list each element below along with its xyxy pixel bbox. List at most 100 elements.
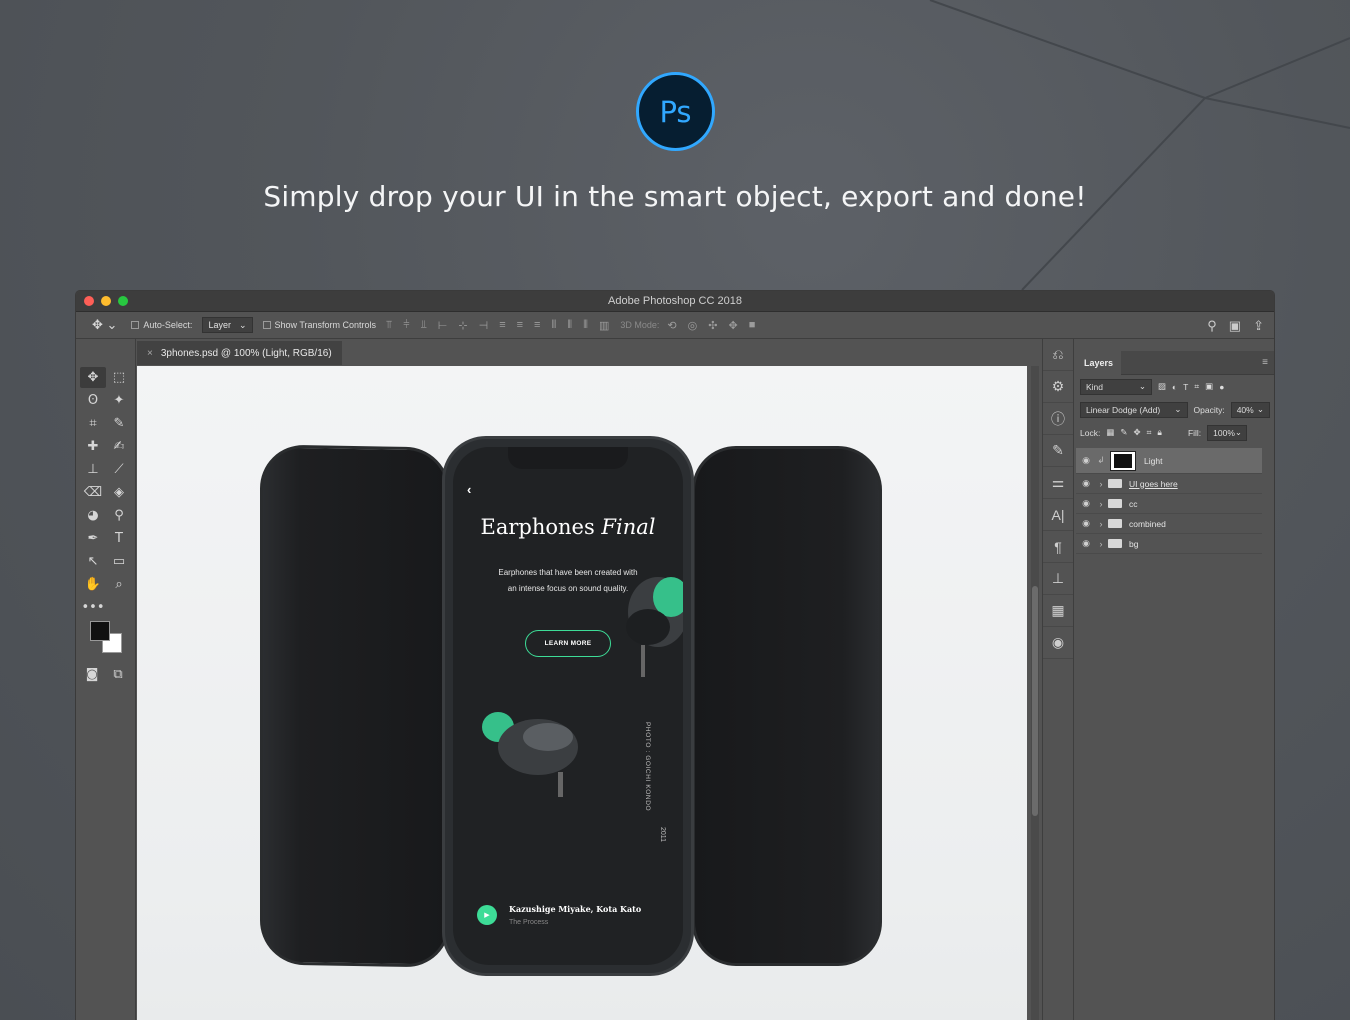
lock-all-icon[interactable]: 🔒︎ <box>1157 427 1162 438</box>
align-middle-icon[interactable]: ⫩ <box>403 319 409 332</box>
eye-icon[interactable]: ◉ <box>1076 455 1096 466</box>
chevron-right-icon[interactable]: › <box>1096 479 1106 489</box>
eye-icon[interactable]: ◉ <box>1076 478 1096 489</box>
distribute-bottom-icon[interactable]: ≡ <box>534 319 540 331</box>
layers-tab[interactable]: Layers <box>1076 351 1122 375</box>
auto-select-dropdown[interactable]: Layer ⌄ <box>202 317 253 333</box>
rectangle-tool-icon[interactable]: ▭ <box>106 551 132 572</box>
distribute-middle-icon[interactable]: ≡ <box>517 319 523 331</box>
align-center-icon[interactable]: ⊹ <box>458 319 467 332</box>
search-icon[interactable]: ⚲ <box>1207 318 1217 334</box>
pixel-filter-icon[interactable]: ▨ <box>1158 381 1166 392</box>
auto-align-icon[interactable]: ▥ <box>599 319 609 332</box>
eye-icon[interactable]: ◉ <box>1076 538 1096 549</box>
opacity-field[interactable]: 40% ⌄ <box>1230 401 1270 418</box>
photoshop-window: Adobe Photoshop CC 2018 ✥ ⌄ Auto-Select:… <box>75 290 1275 1020</box>
filter-toggle-icon[interactable]: ● <box>1219 382 1224 392</box>
pen-tool-icon[interactable]: ✒ <box>80 528 106 549</box>
quick-mask-icon[interactable]: ◙ <box>82 664 102 685</box>
layer-row-cc[interactable]: ◉ › cc <box>1076 494 1262 514</box>
workspace-icon[interactable]: ▣ <box>1229 318 1241 334</box>
align-bottom-icon[interactable]: ⫫ <box>421 319 427 332</box>
pan-3d-icon[interactable]: ✣ <box>708 319 717 332</box>
clone-source-icon[interactable]: ⊥ <box>1043 563 1073 595</box>
brush-tool-icon[interactable]: ✍ <box>106 436 132 457</box>
lasso-tool-icon[interactable]: ʘ <box>80 390 106 411</box>
orbit-3d-icon[interactable]: ⟲ <box>667 319 676 332</box>
type-filter-icon[interactable]: T <box>1183 382 1188 392</box>
screen-mode-icon[interactable]: ⧉ <box>108 664 128 685</box>
paragraph-icon[interactable]: ¶ <box>1043 531 1073 563</box>
libraries-icon[interactable]: ◉ <box>1043 627 1073 659</box>
blur-tool-icon[interactable]: ◕ <box>80 505 106 526</box>
align-left-icon[interactable]: ⊢ <box>438 319 448 332</box>
zoom-window-button[interactable] <box>118 296 128 306</box>
scale-3d-icon[interactable]: ■ <box>749 319 756 331</box>
zoom-tool-icon[interactable]: ⌕ <box>106 574 132 595</box>
kind-filter-dropdown[interactable]: Kind ⌄ <box>1080 378 1152 395</box>
brush-settings-icon[interactable]: ✎ <box>1043 435 1073 467</box>
hand-tool-icon[interactable]: ✋ <box>80 574 106 595</box>
layer-row-combined[interactable]: ◉ › combined <box>1076 514 1262 534</box>
roll-3d-icon[interactable]: ◎ <box>688 319 698 332</box>
distribute-top-icon[interactable]: ≡ <box>499 319 505 331</box>
healing-tool-icon[interactable]: ✚ <box>80 436 106 457</box>
close-window-button[interactable] <box>84 296 94 306</box>
lock-position-icon[interactable]: ✥ <box>1133 427 1140 438</box>
share-icon[interactable]: ⇪ <box>1253 318 1264 334</box>
more-tools-tool-icon[interactable]: ••• <box>80 597 106 618</box>
shape-filter-icon[interactable]: ⌗ <box>1194 381 1199 392</box>
properties-icon[interactable]: ⚙ <box>1043 371 1073 403</box>
eye-icon[interactable]: ◉ <box>1076 518 1096 529</box>
tables-icon[interactable]: ▦ <box>1043 595 1073 627</box>
canvas-scrollbar[interactable] <box>1031 366 1039 1020</box>
distribute-left-icon[interactable]: ⦀ <box>551 319 556 332</box>
chevron-right-icon[interactable]: › <box>1096 519 1106 529</box>
lock-artboard-icon[interactable]: ⌗ <box>1147 427 1152 438</box>
character-icon[interactable]: A| <box>1043 499 1073 531</box>
magic-wand-tool-icon[interactable]: ✦ <box>106 390 132 411</box>
lock-image-icon[interactable]: ✎ <box>1120 427 1127 438</box>
document-tab[interactable]: × 3phones.psd @ 100% (Light, RGB/16) <box>137 341 342 365</box>
document-canvas[interactable]: ‹ Earphones Final Earphones that have be… <box>137 366 1027 1020</box>
layer-row-ui-goes-here[interactable]: ◉ › UI goes here <box>1076 474 1262 494</box>
blend-mode-dropdown[interactable]: Linear Dodge (Add) ⌄ <box>1080 401 1188 418</box>
info-icon[interactable]: ⓘ <box>1043 403 1073 435</box>
slide-3d-icon[interactable]: ✥ <box>728 319 737 332</box>
chevron-right-icon[interactable]: › <box>1096 539 1106 549</box>
foreground-color-swatch[interactable] <box>90 621 110 641</box>
history-brush-tool-icon[interactable]: ⟋ <box>106 459 132 480</box>
lock-transparent-icon[interactable]: ▦ <box>1106 427 1114 438</box>
chevron-right-icon[interactable]: › <box>1096 499 1106 509</box>
move-tool-preset-icon[interactable]: ✥ ⌄ <box>92 317 117 333</box>
history-icon[interactable]: ⎌ <box>1043 339 1073 371</box>
marquee-tool-icon[interactable]: ⬚ <box>106 367 132 388</box>
eye-icon[interactable]: ◉ <box>1076 498 1096 509</box>
adjustment-filter-icon[interactable]: ◐ <box>1172 382 1177 392</box>
align-right-icon[interactable]: ⊣ <box>479 319 489 332</box>
distribute-right-icon[interactable]: ⦀ <box>583 319 588 332</box>
scrollbar-thumb[interactable] <box>1032 586 1038 816</box>
type-tool-icon[interactable]: T <box>106 528 132 549</box>
smart-object-filter-icon[interactable]: ▣ <box>1205 381 1213 392</box>
eyedropper-tool-icon[interactable]: ✎ <box>106 413 132 434</box>
move-tool-icon[interactable]: ✥ <box>80 367 106 388</box>
eraser-tool-icon[interactable]: ⌫ <box>80 482 106 503</box>
layer-row-bg[interactable]: ◉ › bg <box>1076 534 1262 554</box>
panel-menu-icon[interactable]: ≡ <box>1262 357 1268 368</box>
align-top-icon[interactable]: ⫪ <box>386 319 392 332</box>
paint-bucket-tool-icon[interactable]: ◈ <box>106 482 132 503</box>
show-transform-checkbox[interactable]: Show Transform Controls <box>262 320 376 330</box>
distribute-center-icon[interactable]: ⦀ <box>567 319 572 332</box>
path-select-tool-icon[interactable]: ↖ <box>80 551 106 572</box>
minimize-window-button[interactable] <box>101 296 111 306</box>
dodge-tool-icon[interactable]: ⚲ <box>106 505 132 526</box>
crop-tool-icon[interactable]: ⌗ <box>80 413 106 434</box>
auto-select-checkbox[interactable]: Auto-Select: <box>131 320 192 330</box>
fill-field[interactable]: 100% ⌄ <box>1207 424 1248 441</box>
stamp-tool-icon[interactable]: ⊥ <box>80 459 106 480</box>
layers-tabbar: Layers ≡ <box>1076 351 1274 375</box>
layer-row-light[interactable]: ◉ ↲ Light <box>1076 448 1262 474</box>
close-icon[interactable]: × <box>147 348 153 359</box>
adjustments-icon[interactable]: ⚌ <box>1043 467 1073 499</box>
